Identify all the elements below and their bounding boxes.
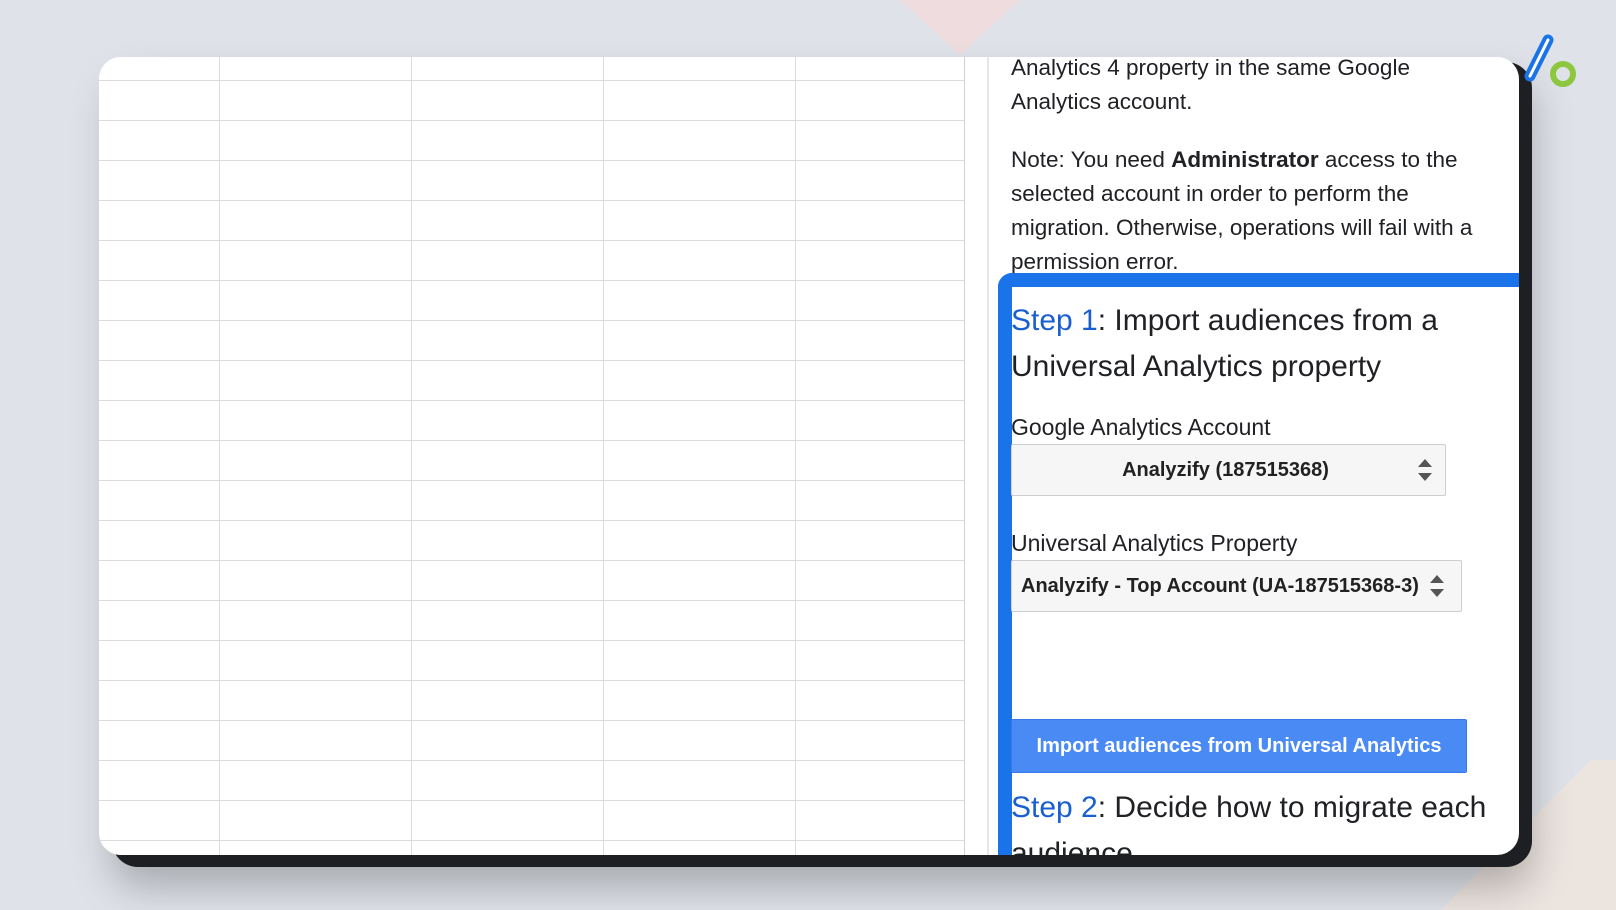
permission-note: Note: You need Administrator access to t… — [1011, 143, 1519, 279]
intro-line-2: Analytics account. — [1011, 89, 1193, 114]
analyzify-logo-icon — [1524, 34, 1576, 87]
step-1-link[interactable]: Step 1 — [1011, 304, 1098, 337]
logo-green-ring — [1550, 61, 1576, 87]
note-line-3: migration. Otherwise, operations will fa… — [1011, 215, 1473, 240]
account-select[interactable]: Analyzify (187515368) — [1011, 444, 1446, 496]
step-2-heading: Step 2: Decide how to migrate each audie… — [1011, 785, 1486, 855]
step-1-title-part-2: Universal Analytics property — [1011, 350, 1382, 383]
import-audiences-button[interactable]: Import audiences from Universal Analytic… — [1011, 719, 1467, 773]
intro-line-1: Analytics 4 property in the same Google — [1011, 57, 1410, 80]
migration-sidebar: Analytics 4 property in the same Google … — [998, 57, 1519, 855]
property-label: Universal Analytics Property — [1011, 530, 1298, 556]
account-select-value: Analyzify (187515368) — [1122, 459, 1329, 481]
step-2-title-part-1: : Decide how to migrate each — [1097, 791, 1487, 824]
step-2-title-part-2: audience — [1011, 837, 1133, 855]
spreadsheet-grid[interactable] — [99, 57, 965, 855]
property-select-value: Analyzify - Top Account (UA-187515368-3) — [1021, 575, 1419, 597]
step-1-title-part-1: : Import audiences from a — [1097, 304, 1438, 337]
sidebar-divider — [987, 57, 989, 855]
note-prefix: Note: You need — [1011, 147, 1172, 172]
property-select[interactable]: Analyzify - Top Account (UA-187515368-3) — [1011, 560, 1462, 612]
sort-updown-icon — [1429, 575, 1445, 597]
app-window: Analytics 4 property in the same Google … — [99, 57, 1519, 855]
intro-text: Analytics 4 property in the same Google … — [1011, 57, 1519, 119]
background-decoration — [900, 0, 1020, 55]
note-line-4: permission error. — [1011, 249, 1179, 274]
step-2-link[interactable]: Step 2 — [1011, 791, 1098, 824]
note-line-2: selected account in order to perform the — [1011, 181, 1409, 206]
note-suffix: access to the — [1318, 147, 1458, 172]
step-1-heading: Step 1: Import audiences from a Universa… — [1011, 298, 1438, 390]
sort-updown-icon — [1417, 459, 1433, 481]
sheet-edge — [964, 57, 965, 855]
account-label: Google Analytics Account — [1011, 414, 1271, 440]
logo-inner-stroke — [1528, 38, 1550, 78]
note-bold-administrator: Administrator — [1171, 147, 1319, 172]
